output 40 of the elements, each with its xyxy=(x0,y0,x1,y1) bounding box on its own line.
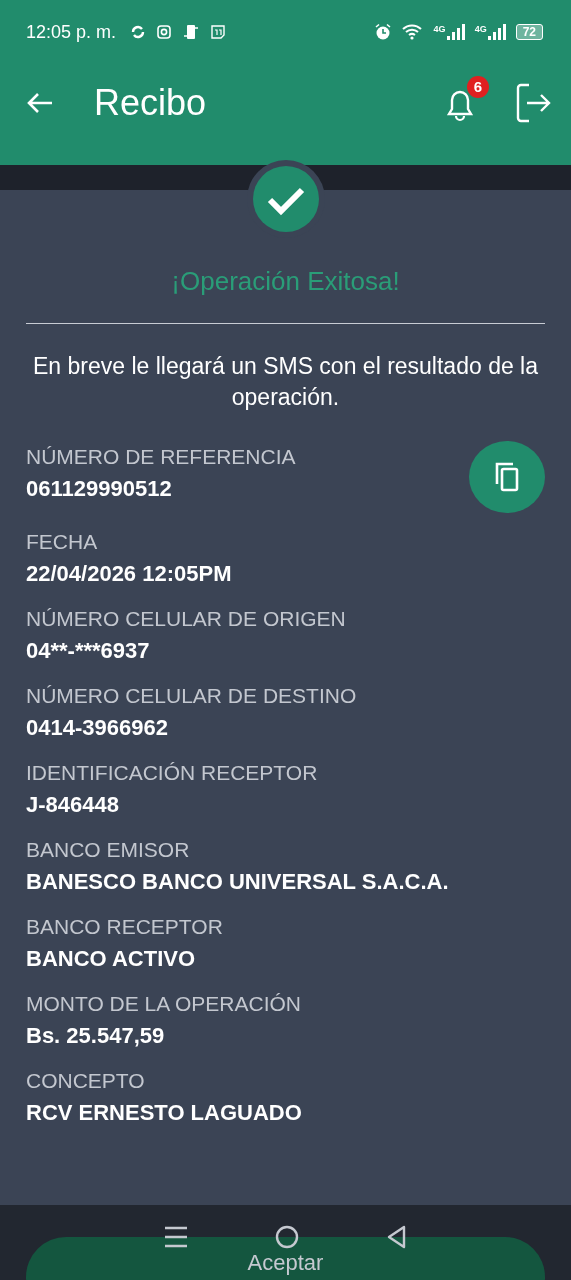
page-title: Recibo xyxy=(94,81,207,124)
field-value: BANESCO BANCO UNIVERSAL S.A.C.A. xyxy=(26,868,450,896)
home-circle-icon[interactable] xyxy=(274,1225,299,1249)
field-value: BANCO ACTIVO xyxy=(26,945,197,973)
field-label: FECHA xyxy=(26,529,99,555)
accept-button[interactable]: Aceptar xyxy=(26,1237,545,1280)
field-value: 22/04/2026 12:05PM xyxy=(26,560,233,588)
back-triangle-icon[interactable] xyxy=(385,1225,408,1249)
success-check-icon xyxy=(252,166,319,232)
sync-icon xyxy=(130,24,147,40)
signal-icon xyxy=(446,24,465,40)
alarm-icon xyxy=(373,23,392,41)
network-type: 4G xyxy=(433,24,446,34)
field-label: CONCEPTO xyxy=(26,1068,146,1094)
field-value: 0414-3966962 xyxy=(26,714,169,742)
field-label: NÚMERO CELULAR DE DESTINO xyxy=(26,683,358,709)
calendar-icon xyxy=(210,24,227,40)
status-time: 12:05 p. m. xyxy=(26,21,117,43)
field-label: MONTO DE LA OPERACIÓN xyxy=(26,991,302,1017)
field-value: 04**-***6937 xyxy=(26,637,151,665)
battery-level: 72 xyxy=(515,24,543,40)
network-type: 4G xyxy=(474,24,487,34)
camera-icon xyxy=(156,24,173,40)
field-value: J-846448 xyxy=(26,791,120,819)
field-value: RCV ERNESTO LAGUADO xyxy=(26,1099,303,1127)
field-value: Bs. 25.547,59 xyxy=(26,1022,166,1050)
field-value: 061129990512 xyxy=(26,475,173,503)
phone-icon xyxy=(182,23,201,41)
back-button[interactable] xyxy=(26,90,54,115)
field-label: IDENTIFICACIÓN RECEPTOR xyxy=(26,760,319,786)
field-label: NÚMERO DE REFERENCIA xyxy=(26,444,297,470)
notification-badge: 6 xyxy=(467,75,489,98)
field-label: BANCO RECEPTOR xyxy=(26,914,224,940)
field-label: NÚMERO CELULAR DE ORIGEN xyxy=(26,606,347,632)
signal-icon xyxy=(487,24,506,40)
success-title: ¡Operación Exitosa! xyxy=(170,266,401,297)
sms-message: En breve le llegará un SMS con el resultado de la operación. xyxy=(32,352,539,412)
field-label: BANCO EMISOR xyxy=(26,837,191,863)
menu-icon[interactable] xyxy=(163,1226,188,1248)
wifi-icon xyxy=(401,23,424,41)
